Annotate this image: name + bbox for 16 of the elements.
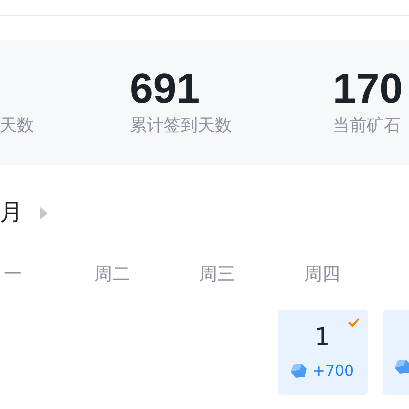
reward-amount: +700	[312, 362, 354, 380]
month-title: 月	[0, 199, 23, 228]
stat-value: 691	[130, 64, 200, 114]
stat-label: 天数	[0, 115, 34, 138]
weekday-label: 周三	[200, 263, 236, 286]
ore-icon	[290, 364, 307, 378]
caret-icon[interactable]	[40, 206, 48, 220]
day-cell[interactable]: 1 +700	[278, 310, 368, 395]
stat-value: 170	[333, 64, 404, 114]
weekday-label: 周四	[304, 263, 340, 286]
stat-label: 当前矿石	[333, 115, 401, 138]
day-number: 1	[314, 322, 330, 352]
weekday-label: 一	[3, 263, 22, 286]
ore-icon	[394, 360, 409, 374]
stat-label: 累计签到天数	[130, 115, 232, 138]
weekday-label: 周二	[94, 263, 130, 286]
